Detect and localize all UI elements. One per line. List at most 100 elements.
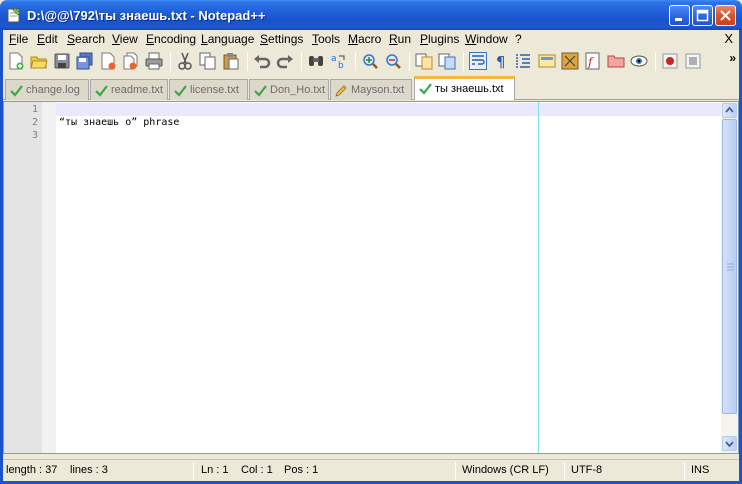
tab-don-ho[interactable]: Don_Ho.txt	[249, 79, 329, 100]
status-lines: lines : 3	[70, 464, 108, 476]
line-number: 2	[31, 117, 38, 128]
fold-margin[interactable]	[42, 102, 56, 453]
menu-help[interactable]: ?	[515, 32, 522, 46]
sync-vertical-scroll-icon[interactable]	[415, 52, 433, 70]
menu-language[interactable]: Language	[201, 32, 254, 46]
status-bar: length : 37 lines : 3 Ln : 1 Col : 1 Pos…	[3, 459, 739, 481]
toolbar-separator	[655, 52, 656, 71]
save-icon[interactable]	[53, 52, 71, 70]
saved-check-icon	[254, 84, 267, 97]
menu-window[interactable]: Window	[465, 32, 508, 46]
menu-bar: File Edit Search View Encoding Language …	[3, 30, 739, 49]
menu-run[interactable]: Run	[389, 32, 411, 46]
editor-area[interactable]: 1 2 3 “ты знаешь о” phrase	[3, 101, 739, 454]
close-all-icon[interactable]	[122, 52, 140, 70]
menu-edit[interactable]: Edit	[37, 32, 58, 46]
tab-label: change.log	[26, 84, 80, 96]
current-line-highlight	[56, 103, 721, 116]
toolbar-separator	[170, 52, 171, 71]
scrollbar-thumb[interactable]	[722, 119, 737, 414]
saved-check-icon	[10, 84, 23, 97]
svg-text:b: b	[338, 61, 344, 70]
zoom-in-icon[interactable]	[361, 52, 379, 70]
redo-icon[interactable]	[276, 52, 294, 70]
tab-label: ты знаешь.txt	[435, 83, 504, 95]
svg-text:a: a	[331, 54, 337, 64]
status-separator	[564, 462, 565, 480]
function-list-icon[interactable]: f	[584, 52, 602, 70]
close-document-button[interactable]: X	[724, 31, 733, 46]
vertical-scrollbar[interactable]	[721, 102, 738, 453]
menu-view[interactable]: View	[112, 32, 138, 46]
menu-settings[interactable]: Settings	[260, 32, 303, 46]
paste-icon[interactable]	[222, 52, 240, 70]
undo-icon[interactable]	[253, 52, 271, 70]
menu-plugins[interactable]: Plugins	[420, 32, 459, 46]
show-all-characters-icon[interactable]: ¶	[492, 52, 510, 71]
scroll-down-button[interactable]	[722, 436, 737, 451]
maximize-button[interactable]	[692, 5, 713, 26]
long-line-edge-marker	[538, 102, 539, 453]
open-file-icon[interactable]	[30, 52, 48, 70]
status-encoding[interactable]: UTF-8	[571, 464, 602, 476]
tab-mayson[interactable]: Mayson.txt	[330, 79, 412, 100]
tab-change-log[interactable]: change.log	[5, 79, 89, 100]
word-wrap-icon[interactable]	[469, 52, 487, 70]
tab-label: Don_Ho.txt	[270, 84, 326, 96]
find-icon[interactable]	[307, 52, 325, 70]
title-bar[interactable]: D:\@@\792\ты знаешь.txt - Notepad++	[0, 0, 742, 30]
tab-readme[interactable]: readme.txt	[90, 79, 168, 100]
status-column: Col : 1	[241, 464, 273, 476]
toolbar-separator	[355, 52, 356, 71]
menu-encoding[interactable]: Encoding	[146, 32, 196, 46]
stop-macro-icon[interactable]	[684, 52, 702, 70]
minimize-button[interactable]	[669, 5, 690, 26]
user-defined-language-icon[interactable]	[538, 52, 556, 70]
tab-label: Mayson.txt	[351, 84, 405, 96]
scroll-up-button[interactable]	[722, 103, 737, 118]
menu-search[interactable]: Search	[67, 32, 105, 46]
svg-text:¶: ¶	[496, 53, 506, 70]
tab-label: readme.txt	[111, 84, 163, 96]
saved-check-icon	[419, 82, 432, 95]
record-macro-icon[interactable]	[661, 52, 679, 70]
print-icon[interactable]	[145, 52, 163, 70]
folder-as-workspace-icon[interactable]	[607, 52, 625, 70]
indent-guide-icon[interactable]	[515, 52, 533, 70]
toolbar-overflow-icon[interactable]: »	[729, 51, 736, 65]
tab-license[interactable]: license.txt	[169, 79, 248, 100]
menu-tools[interactable]: Tools	[312, 32, 340, 46]
zoom-out-icon[interactable]	[384, 52, 402, 70]
new-file-icon[interactable]	[7, 52, 25, 70]
status-length: length : 37	[6, 464, 58, 476]
window-title: D:\@@\792\ты знаешь.txt - Notepad++	[27, 8, 266, 23]
status-separator	[684, 462, 685, 480]
code-line[interactable]: “ты знаешь о” phrase	[59, 117, 179, 128]
copy-icon[interactable]	[199, 52, 217, 70]
edited-pencil-icon	[335, 84, 348, 97]
toolbar: ab ¶ f »	[3, 49, 739, 74]
status-insert-mode[interactable]: INS	[691, 464, 709, 476]
menu-file[interactable]: File	[9, 32, 28, 46]
status-separator	[455, 462, 456, 480]
menu-macro[interactable]: Macro	[348, 32, 381, 46]
close-file-icon[interactable]	[99, 52, 117, 70]
sync-horizontal-scroll-icon[interactable]	[438, 52, 456, 70]
toolbar-separator	[463, 52, 464, 71]
line-number: 1	[31, 104, 38, 115]
line-number: 3	[31, 130, 38, 141]
notepad-plus-plus-icon[interactable]	[6, 7, 22, 23]
tab-bar: change.log readme.txt license.txt Don_Ho…	[3, 76, 739, 100]
monitoring-eye-icon[interactable]	[630, 52, 648, 70]
saved-check-icon	[174, 84, 187, 97]
toolbar-separator	[247, 52, 248, 71]
save-all-icon[interactable]	[76, 52, 94, 70]
tab-ty-znaesh[interactable]: ты знаешь.txt	[414, 76, 515, 100]
status-line-number: Ln : 1	[201, 464, 229, 476]
close-window-button[interactable]	[715, 5, 736, 26]
status-eol-format[interactable]: Windows (CR LF)	[462, 464, 549, 476]
cut-icon[interactable]	[176, 52, 194, 70]
replace-icon[interactable]: ab	[330, 52, 348, 71]
document-map-icon[interactable]	[561, 52, 579, 70]
toolbar-separator	[301, 52, 302, 71]
